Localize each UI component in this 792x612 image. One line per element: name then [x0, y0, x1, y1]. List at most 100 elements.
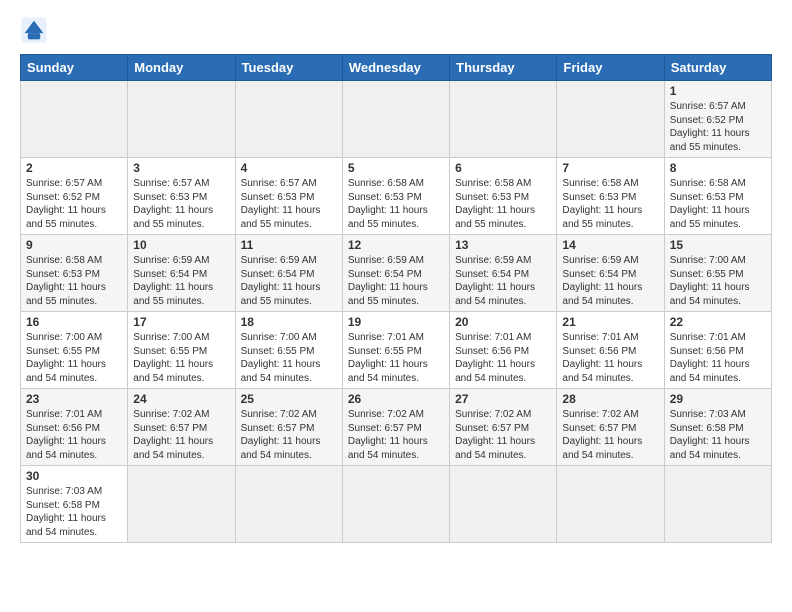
calendar-table: SundayMondayTuesdayWednesdayThursdayFrid… [20, 54, 772, 543]
day-info: Sunrise: 7:00 AMSunset: 6:55 PMDaylight:… [241, 331, 337, 385]
day-number: 13 [455, 238, 551, 252]
weekday-header-saturday: Saturday [664, 55, 771, 81]
calendar-cell: 28Sunrise: 7:02 AMSunset: 6:57 PMDayligh… [557, 389, 664, 466]
calendar-cell: 15 Sunrise: 7:00 AMSunset: 6:55 PMDayligh… [664, 235, 771, 312]
calendar-cell: 13Sunrise: 6:59 AMSunset: 6:54 PMDayligh… [450, 235, 557, 312]
calendar-cell [21, 81, 128, 158]
day-number: 27 [455, 392, 551, 406]
calendar-cell: 10 Sunrise: 6:59 AMSunset: 6:54 PMDayligh… [128, 235, 235, 312]
day-number: 4 [241, 161, 337, 175]
calendar-cell: 6Sunrise: 6:58 AMSunset: 6:53 PMDaylight… [450, 158, 557, 235]
day-info: Sunrise: 7:03 AMSunset: 6:58 PMDaylight:… [26, 485, 122, 539]
calendar-cell: 27Sunrise: 7:02 AMSunset: 6:57 PMDayligh… [450, 389, 557, 466]
day-info: Sunrise: 7:00 AMSunset: 6:55 PMDaylight:… [670, 254, 766, 308]
calendar-cell: 25 Sunrise: 7:02 AMSunset: 6:57 PMDayligh… [235, 389, 342, 466]
calendar-cell: 3 Sunrise: 6:57 AMSunset: 6:53 PMDaylight… [128, 158, 235, 235]
day-number: 9 [26, 238, 122, 252]
day-info: Sunrise: 6:57 AMSunset: 6:53 PMDaylight:… [133, 177, 229, 231]
header [20, 16, 772, 44]
day-info: Sunrise: 7:01 AMSunset: 6:56 PMDaylight:… [562, 331, 658, 385]
calendar-cell: 12 Sunrise: 6:59 AMSunset: 6:54 PMDayligh… [342, 235, 449, 312]
calendar-cell [128, 466, 235, 543]
day-number: 22 [670, 315, 766, 329]
day-info: Sunrise: 6:58 AMSunset: 6:53 PMDaylight:… [26, 254, 122, 308]
calendar-cell: 17Sunrise: 7:00 AMSunset: 6:55 PMDayligh… [128, 312, 235, 389]
day-info: Sunrise: 6:57 AMSunset: 6:52 PMDaylight:… [670, 100, 766, 154]
weekday-header-monday: Monday [128, 55, 235, 81]
calendar-cell: 23 Sunrise: 7:01 AMSunset: 6:56 PMDayligh… [21, 389, 128, 466]
calendar-cell: 1 Sunrise: 6:57 AMSunset: 6:52 PMDaylight… [664, 81, 771, 158]
day-number: 10 [133, 238, 229, 252]
weekday-header-tuesday: Tuesday [235, 55, 342, 81]
day-number: 11 [241, 238, 337, 252]
day-info: Sunrise: 6:57 AMSunset: 6:52 PMDaylight:… [26, 177, 122, 231]
calendar-cell: 20 Sunrise: 7:01 AMSunset: 6:56 PMDayligh… [450, 312, 557, 389]
calendar-cell: 5Sunrise: 6:58 AMSunset: 6:53 PMDaylight… [342, 158, 449, 235]
day-info: Sunrise: 7:00 AMSunset: 6:55 PMDaylight:… [26, 331, 122, 385]
day-number: 18 [241, 315, 337, 329]
day-info: Sunrise: 7:01 AMSunset: 6:56 PMDaylight:… [26, 408, 122, 462]
weekday-header-friday: Friday [557, 55, 664, 81]
day-number: 24 [133, 392, 229, 406]
day-number: 29 [670, 392, 766, 406]
page: SundayMondayTuesdayWednesdayThursdayFrid… [0, 0, 792, 553]
day-info: Sunrise: 6:58 AMSunset: 6:53 PMDaylight:… [562, 177, 658, 231]
calendar-cell [342, 466, 449, 543]
day-info: Sunrise: 7:01 AMSunset: 6:56 PMDaylight:… [455, 331, 551, 385]
day-number: 6 [455, 161, 551, 175]
calendar-cell [450, 466, 557, 543]
calendar-cell: 21 Sunrise: 7:01 AMSunset: 6:56 PMDayligh… [557, 312, 664, 389]
day-number: 28 [562, 392, 658, 406]
calendar-cell [342, 81, 449, 158]
week-row-5: 23 Sunrise: 7:01 AMSunset: 6:56 PMDayligh… [21, 389, 772, 466]
calendar-cell: 7 Sunrise: 6:58 AMSunset: 6:53 PMDaylight… [557, 158, 664, 235]
calendar-cell [557, 81, 664, 158]
day-number: 8 [670, 161, 766, 175]
day-number: 2 [26, 161, 122, 175]
day-number: 3 [133, 161, 229, 175]
day-info: Sunrise: 6:59 AMSunset: 6:54 PMDaylight:… [133, 254, 229, 308]
day-info: Sunrise: 7:01 AMSunset: 6:55 PMDaylight:… [348, 331, 444, 385]
day-number: 21 [562, 315, 658, 329]
day-number: 16 [26, 315, 122, 329]
calendar-cell [235, 81, 342, 158]
day-info: Sunrise: 7:01 AMSunset: 6:56 PMDaylight:… [670, 331, 766, 385]
calendar-cell: 9 Sunrise: 6:58 AMSunset: 6:53 PMDaylight… [21, 235, 128, 312]
day-info: Sunrise: 6:58 AMSunset: 6:53 PMDaylight:… [670, 177, 766, 231]
weekday-header-row: SundayMondayTuesdayWednesdayThursdayFrid… [21, 55, 772, 81]
day-number: 23 [26, 392, 122, 406]
day-number: 14 [562, 238, 658, 252]
day-number: 5 [348, 161, 444, 175]
week-row-6: 30Sunrise: 7:03 AMSunset: 6:58 PMDayligh… [21, 466, 772, 543]
day-info: Sunrise: 6:57 AMSunset: 6:53 PMDaylight:… [241, 177, 337, 231]
logo [20, 16, 52, 44]
day-number: 25 [241, 392, 337, 406]
calendar-cell: 8 Sunrise: 6:58 AMSunset: 6:53 PMDaylight… [664, 158, 771, 235]
day-info: Sunrise: 7:02 AMSunset: 6:57 PMDaylight:… [133, 408, 229, 462]
day-info: Sunrise: 7:02 AMSunset: 6:57 PMDaylight:… [241, 408, 337, 462]
calendar-cell: 14 Sunrise: 6:59 AMSunset: 6:54 PMDayligh… [557, 235, 664, 312]
day-info: Sunrise: 6:59 AMSunset: 6:54 PMDaylight:… [562, 254, 658, 308]
day-info: Sunrise: 7:00 AMSunset: 6:55 PMDaylight:… [133, 331, 229, 385]
calendar-cell: 2 Sunrise: 6:57 AMSunset: 6:52 PMDaylight… [21, 158, 128, 235]
day-number: 7 [562, 161, 658, 175]
calendar-cell: 24 Sunrise: 7:02 AMSunset: 6:57 PMDayligh… [128, 389, 235, 466]
day-info: Sunrise: 6:59 AMSunset: 6:54 PMDaylight:… [348, 254, 444, 308]
day-number: 15 [670, 238, 766, 252]
day-info: Sunrise: 6:59 AMSunset: 6:54 PMDaylight:… [241, 254, 337, 308]
weekday-header-wednesday: Wednesday [342, 55, 449, 81]
week-row-1: 1 Sunrise: 6:57 AMSunset: 6:52 PMDaylight… [21, 81, 772, 158]
calendar-cell: 22 Sunrise: 7:01 AMSunset: 6:56 PMDayligh… [664, 312, 771, 389]
day-number: 26 [348, 392, 444, 406]
week-row-4: 16 Sunrise: 7:00 AMSunset: 6:55 PMDayligh… [21, 312, 772, 389]
day-number: 1 [670, 84, 766, 98]
day-number: 20 [455, 315, 551, 329]
day-number: 12 [348, 238, 444, 252]
calendar-cell: 11 Sunrise: 6:59 AMSunset: 6:54 PMDayligh… [235, 235, 342, 312]
calendar-cell: 30Sunrise: 7:03 AMSunset: 6:58 PMDayligh… [21, 466, 128, 543]
calendar-cell: 4 Sunrise: 6:57 AMSunset: 6:53 PMDaylight… [235, 158, 342, 235]
calendar-cell: 29Sunrise: 7:03 AMSunset: 6:58 PMDayligh… [664, 389, 771, 466]
calendar-cell: 18 Sunrise: 7:00 AMSunset: 6:55 PMDayligh… [235, 312, 342, 389]
calendar-cell: 19Sunrise: 7:01 AMSunset: 6:55 PMDayligh… [342, 312, 449, 389]
calendar-cell [557, 466, 664, 543]
